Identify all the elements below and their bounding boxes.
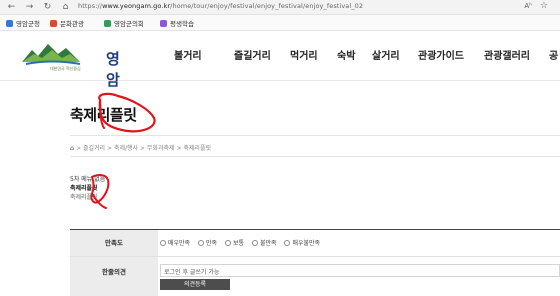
- nav-item-gallery[interactable]: 관광갤러리: [484, 47, 530, 62]
- menu-subtitle: 축제리플릿: [70, 194, 98, 201]
- bookmark-label: 평생학습: [170, 20, 194, 28]
- satisfaction-label: 만족도: [70, 230, 158, 256]
- url-field[interactable]: https://www.yeongam.go.kr/home/tour/enjo…: [78, 2, 363, 10]
- satisfaction-options: 매우만족 만족 보통 불만족 매우불만족: [160, 238, 326, 247]
- radio-circle-icon: [198, 240, 205, 246]
- bookmark-label: 영암군청: [16, 20, 40, 28]
- logo-text: 영암: [106, 50, 120, 89]
- nav-item-sights[interactable]: 볼거리: [174, 47, 202, 62]
- site-header: 영암 대한민국 혁신중심 볼거리 즐길거리 먹거리 숙박 살거리 관광가이드 관…: [0, 31, 560, 89]
- comment-input[interactable]: 로그인 후 글쓰기 가능: [160, 264, 560, 277]
- bookmark-item[interactable]: 영암군청: [6, 18, 40, 28]
- breadcrumb-item[interactable]: 즐길거리: [83, 145, 105, 152]
- nav-item-more[interactable]: 공: [549, 47, 558, 62]
- menu-note: 5차 메뉴 없음: [70, 176, 106, 183]
- breadcrumb-item[interactable]: 축제리플릿: [183, 145, 211, 152]
- radio-satisfied[interactable]: 만족: [198, 238, 217, 247]
- bookmark-icon: [50, 20, 57, 27]
- radio-circle-icon: [160, 240, 166, 246]
- radio-label: 매우만족: [168, 240, 191, 247]
- bookmark-icon: [104, 20, 111, 27]
- breadcrumb-separator: >: [76, 145, 83, 152]
- radio-label: 보통: [232, 240, 245, 247]
- nav-item-activities[interactable]: 즐길거리: [234, 47, 271, 62]
- radio-circle-icon: [251, 240, 258, 246]
- bookmark-item[interactable]: 영암군의회: [104, 18, 144, 28]
- page-title: 축제리플릿: [70, 106, 137, 124]
- browser-address-bar: ← → ↻ ⌂ https://www.yeongam.go.kr/home/t…: [0, 0, 560, 15]
- nav-item-lodging[interactable]: 숙박: [337, 47, 355, 62]
- radio-circle-icon: [224, 240, 231, 246]
- radio-circle-icon: [284, 240, 291, 246]
- radio-very-dissatisfied[interactable]: 매우불만족: [284, 238, 320, 247]
- radio-very-satisfied[interactable]: 매우만족: [160, 238, 190, 247]
- radio-label: 만족: [206, 240, 218, 247]
- comment-label: 한줄의견: [70, 257, 158, 296]
- url-path: /home/tour/enjoy/festival/enjoy_festival…: [170, 2, 364, 10]
- radio-label: 매우불만족: [292, 240, 321, 247]
- menu-title: 축제리플릿: [70, 185, 98, 192]
- read-aloud-icon[interactable]: Aʰ: [524, 2, 532, 10]
- url-scheme: https://: [78, 2, 103, 10]
- title-divider: [70, 135, 560, 136]
- radio-neutral[interactable]: 보통: [224, 238, 245, 247]
- nav-item-food[interactable]: 먹거리: [290, 47, 318, 62]
- logo-slogan: 대한민국 혁신중심: [50, 66, 81, 71]
- breadcrumb-divider: [70, 156, 560, 157]
- breadcrumb-separator: >: [139, 145, 147, 152]
- bookmark-label: 영암군의회: [114, 20, 144, 28]
- breadcrumb: ⌂ > 즐길거리 > 축제/행사 > 무화과축제 > 축제리플릿: [70, 143, 211, 152]
- bookmark-icon: [160, 20, 167, 27]
- star-icon[interactable]: ☆: [540, 1, 548, 11]
- mountain-logo-icon: [22, 44, 81, 65]
- breadcrumb-item[interactable]: 축제/행사: [114, 145, 138, 152]
- breadcrumb-separator: >: [107, 145, 114, 152]
- site-logo[interactable]: 영암 대한민국 혁신중심: [22, 40, 132, 89]
- bookmark-label: 문화관광: [60, 20, 84, 28]
- breadcrumb-item[interactable]: 무화과축제: [147, 145, 175, 152]
- radio-label: 불만족: [259, 240, 277, 247]
- refresh-icon[interactable]: ↻: [42, 2, 53, 13]
- bookmark-item[interactable]: 문화관광: [50, 18, 84, 28]
- bookmarks-bar: 영암군청 문화관광 영암군의회 평생학습: [0, 15, 560, 31]
- bookmark-icon: [6, 20, 13, 27]
- bookmark-item[interactable]: 평생학습: [160, 18, 194, 28]
- back-icon[interactable]: ←: [6, 2, 17, 13]
- submit-comment-button[interactable]: 의견등록: [160, 279, 230, 290]
- home-icon[interactable]: ⌂: [70, 144, 74, 152]
- url-host: www.yeongam.go.kr: [102, 2, 171, 10]
- satisfaction-survey: 만족도 매우만족 만족 보통 불만족 매우불만족 한줄의견 로그인 후 글쓰기 …: [70, 229, 560, 296]
- nav-item-tour-guide[interactable]: 관광가이드: [418, 47, 464, 62]
- forward-icon[interactable]: →: [24, 2, 35, 13]
- radio-dissatisfied[interactable]: 불만족: [251, 238, 277, 247]
- nav-item-shopping[interactable]: 살거리: [372, 47, 400, 62]
- home-icon[interactable]: ⌂: [60, 2, 71, 13]
